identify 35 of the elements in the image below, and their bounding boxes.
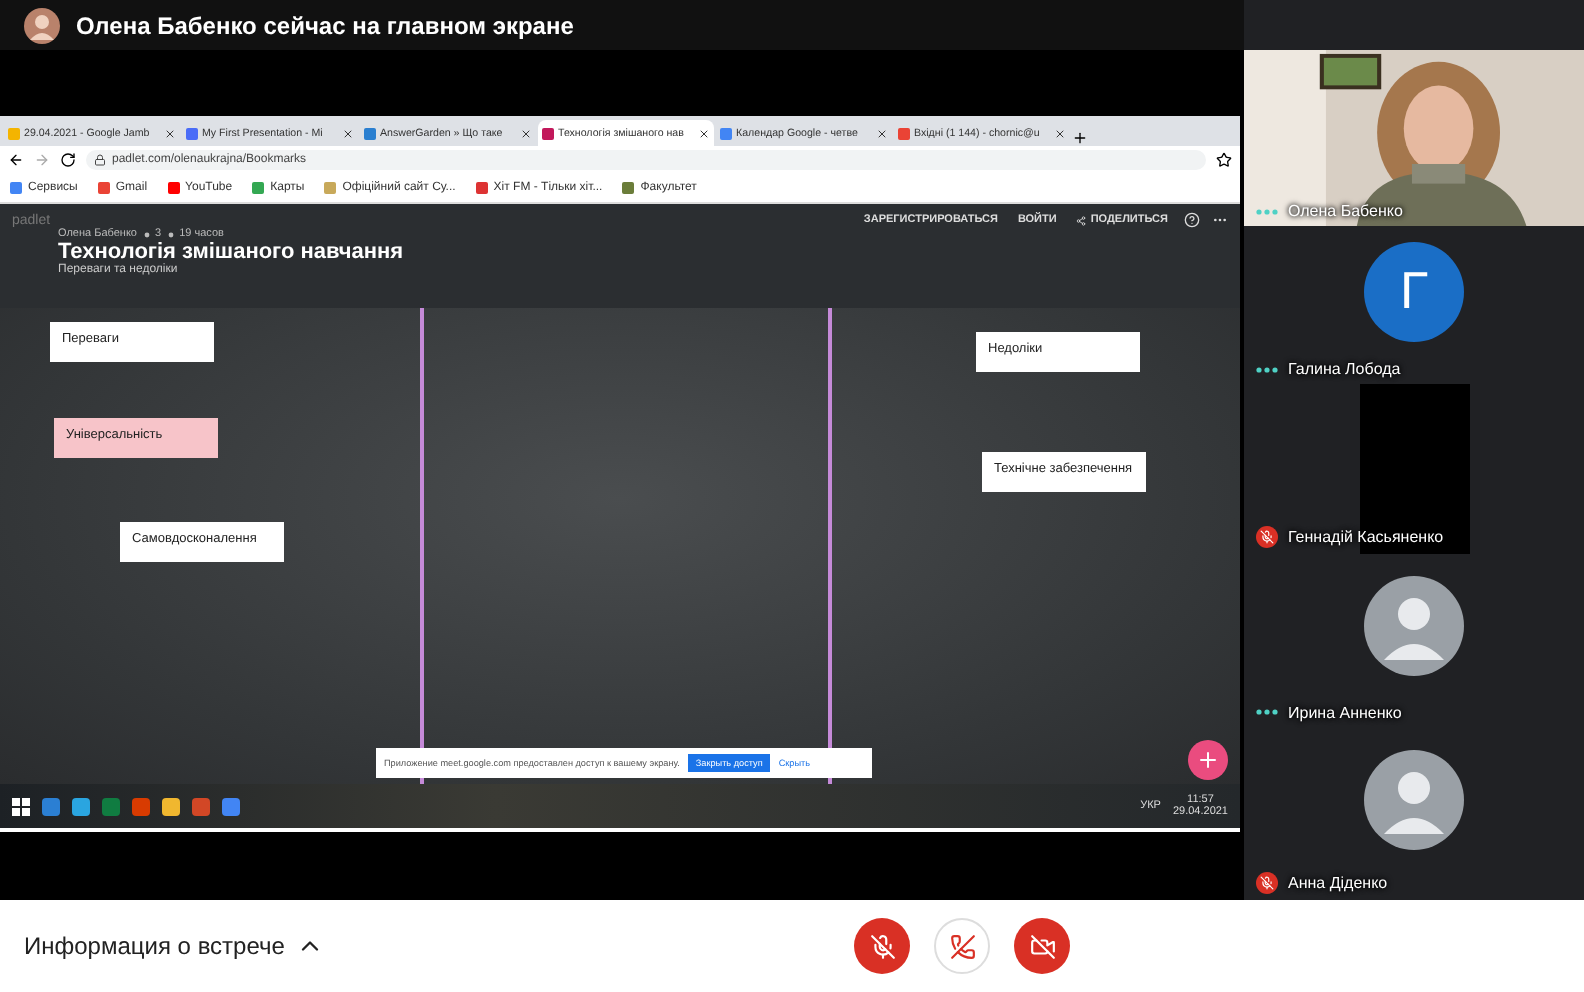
back-icon[interactable]: [8, 152, 24, 168]
meeting-info-button[interactable]: Информация о встрече: [24, 932, 325, 960]
windows-start-icon[interactable]: [12, 797, 30, 815]
close-tab-icon[interactable]: [520, 127, 532, 139]
participant-initial: Г: [1364, 241, 1464, 342]
participant-name: Геннадій Касьяненко: [1288, 528, 1444, 547]
avatar-icon: [1364, 749, 1464, 850]
separator-dot-icon: [167, 231, 174, 237]
microphone-off-button[interactable]: [854, 918, 911, 974]
avatar-icon: [1364, 576, 1464, 677]
separator-dot-icon: [143, 231, 149, 237]
star-icon[interactable]: [1216, 152, 1232, 168]
close-tab-icon[interactable]: [342, 127, 354, 139]
presenter-notice: Олена Бабенко сейчас на главном экране: [76, 11, 574, 39]
phone-icon: [949, 933, 976, 959]
help-icon[interactable]: [1184, 212, 1200, 228]
share-icon: [1076, 215, 1087, 225]
close-tab-icon[interactable]: [876, 127, 888, 139]
microphone-off-icon: [869, 933, 896, 959]
close-tab-icon[interactable]: [698, 127, 710, 139]
lock-icon: [94, 154, 106, 166]
participant-name: Анна Діденко: [1288, 873, 1388, 892]
hang-up-button[interactable]: [934, 918, 991, 974]
plus-icon: [1196, 748, 1220, 772]
board-title: Технологія змішаного навчання: [58, 240, 406, 264]
new-tab-icon[interactable]: [1072, 130, 1088, 146]
participant-name: Ирина Анненко: [1288, 703, 1402, 722]
participant-name: Галина Лобода: [1288, 360, 1401, 379]
camera-off-button[interactable]: [1014, 918, 1071, 974]
close-tab-icon[interactable]: [164, 127, 176, 139]
close-tab-icon[interactable]: [1054, 127, 1066, 139]
presenter-avatar-icon: [24, 7, 60, 43]
add-post-button[interactable]: [1188, 740, 1228, 780]
camera-off-icon: [1029, 933, 1056, 959]
reload-icon[interactable]: [60, 152, 76, 168]
